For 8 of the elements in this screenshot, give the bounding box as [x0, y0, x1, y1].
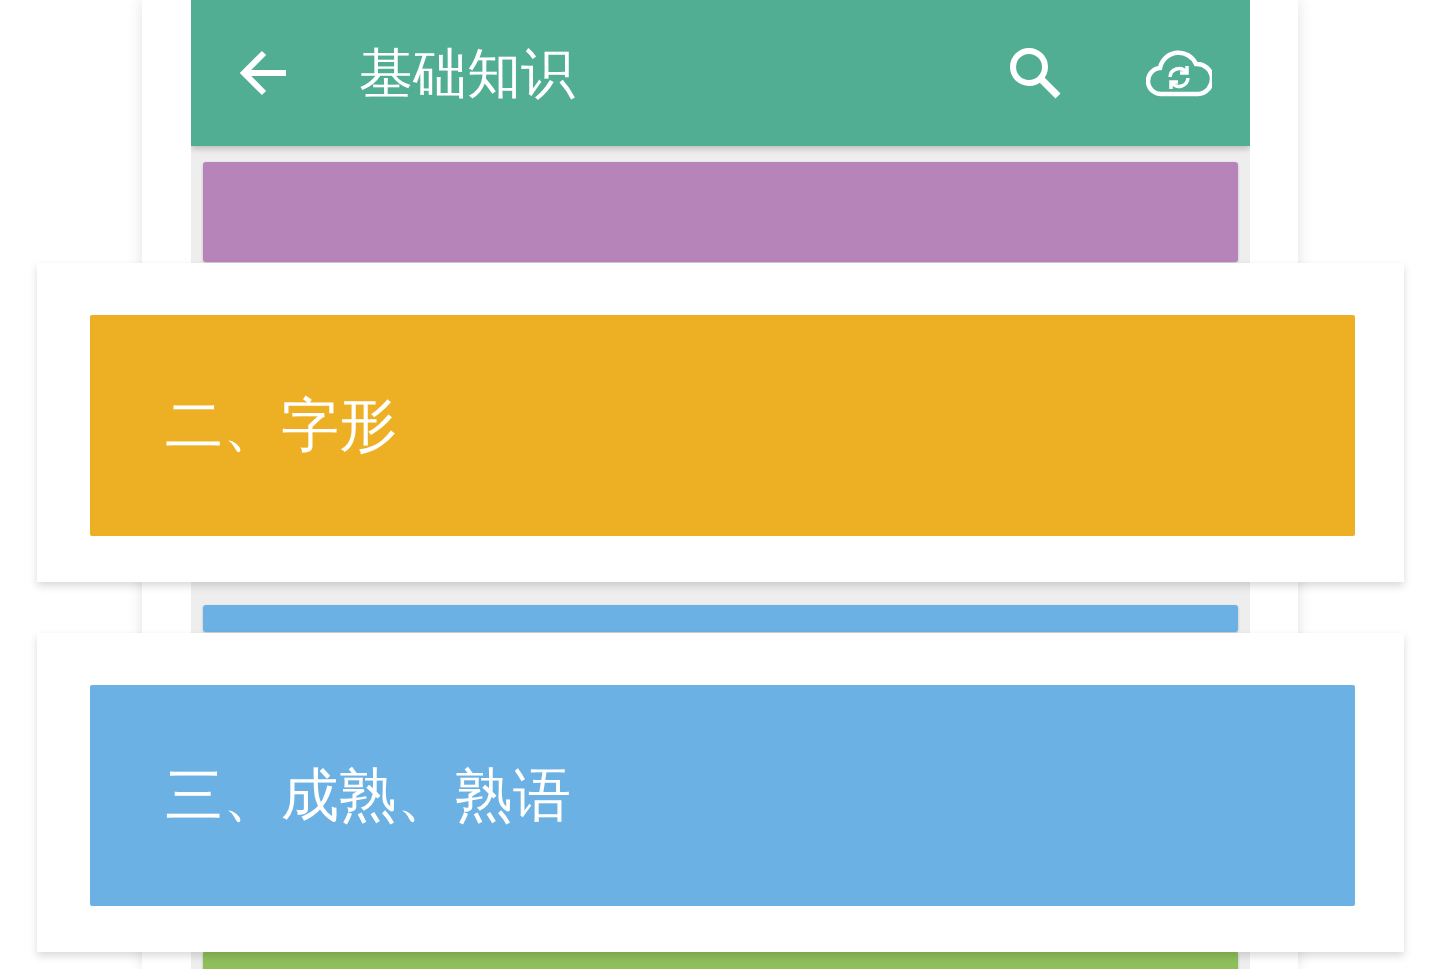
search-button[interactable]	[1008, 46, 1062, 100]
cloud-sync-button[interactable]	[1146, 48, 1212, 98]
app-bar-title: 基础知识	[359, 40, 575, 107]
list-card[interactable]: 二、字形	[90, 315, 1355, 536]
card-title: 二、字形	[165, 390, 397, 461]
back-button[interactable]	[239, 50, 289, 96]
list-card[interactable]: 三、成熟、熟语	[90, 685, 1355, 906]
card-title: 三、成熟、熟语	[165, 760, 571, 831]
